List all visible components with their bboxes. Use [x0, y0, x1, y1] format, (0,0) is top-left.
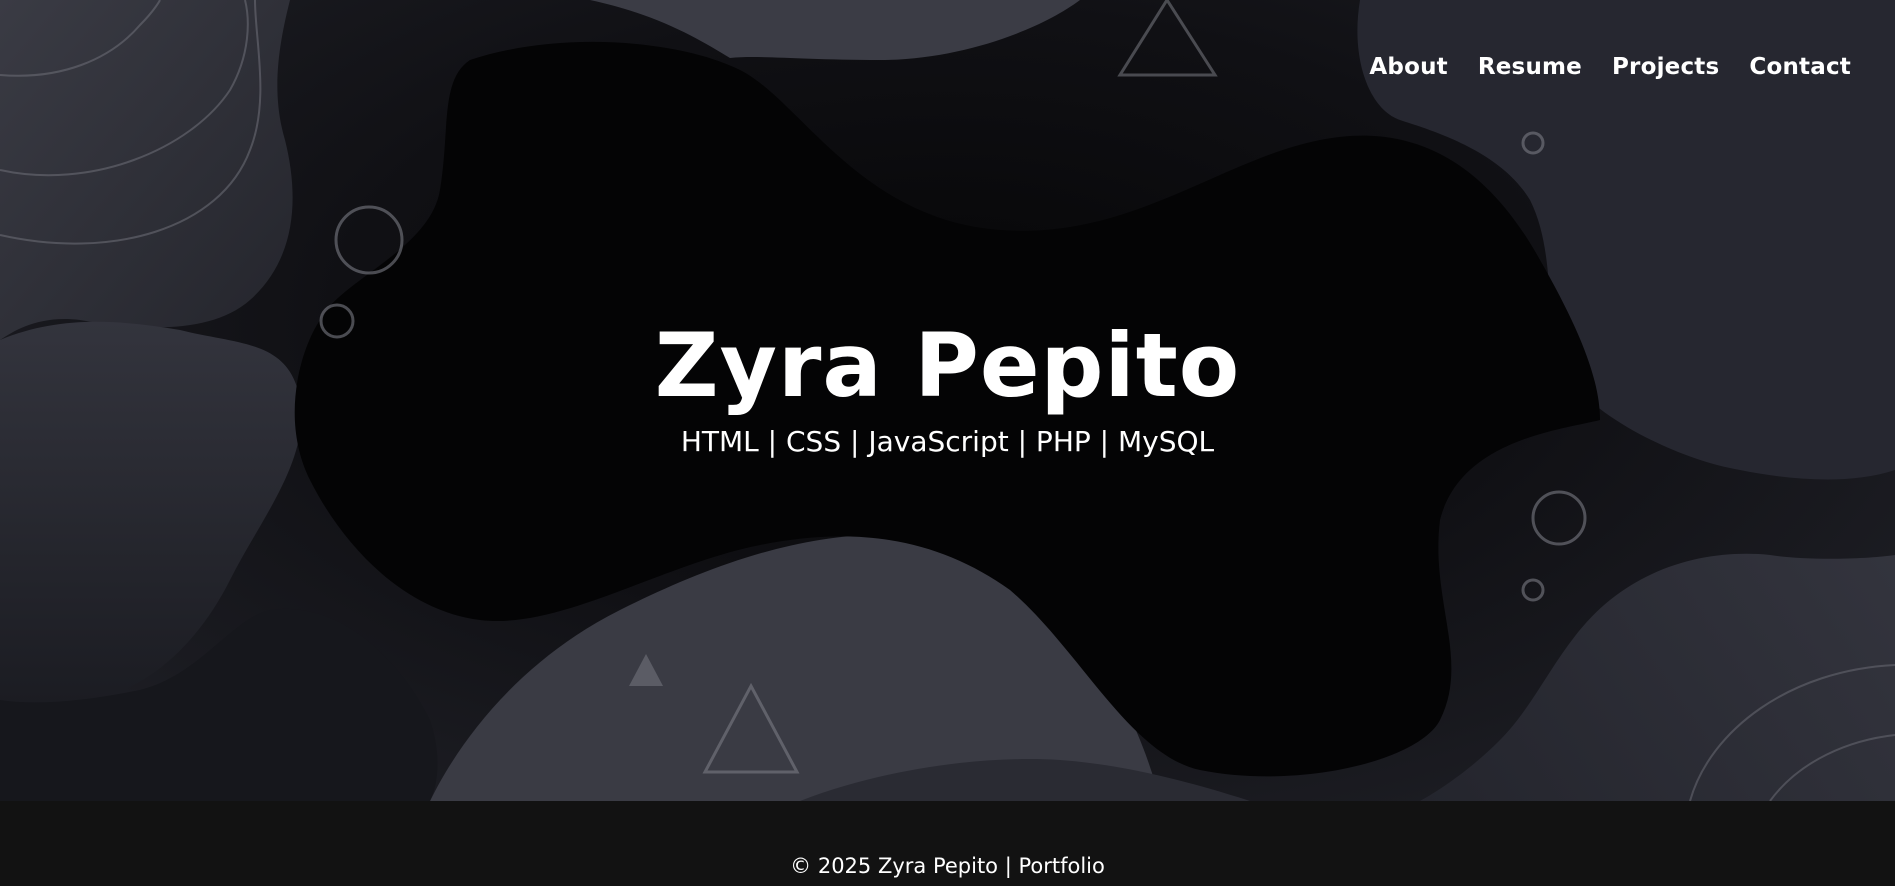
triangle-outline-top — [1117, 0, 1218, 77]
main-nav: About Resume Projects Contact — [1369, 54, 1851, 80]
nav-resume-link[interactable]: Resume — [1478, 54, 1582, 80]
circle-outline-right-small — [1521, 578, 1545, 602]
hero-title: Zyra Pepito — [654, 314, 1241, 417]
hero-title-block: Zyra Pepito HTML | CSS | JavaScript | PH… — [0, 316, 1895, 460]
page-footer: © 2025 Zyra Pepito | Portfolio — [0, 801, 1895, 886]
footer-copyright: © 2025 Zyra Pepito | Portfolio — [790, 854, 1105, 878]
nav-projects-link[interactable]: Projects — [1612, 54, 1719, 80]
hero-section: About Resume Projects Contact Zyra Pepit… — [0, 0, 1895, 801]
circle-outline-right-large — [1531, 490, 1587, 546]
portfolio-page: About Resume Projects Contact Zyra Pepit… — [0, 0, 1895, 886]
circle-outline-left-large — [334, 205, 404, 275]
hero-subtitle: HTML | CSS | JavaScript | PHP | MySQL — [680, 425, 1215, 458]
nav-about-link[interactable]: About — [1369, 54, 1447, 80]
bg-blob-top-left — [0, 0, 293, 340]
nav-contact-link[interactable]: Contact — [1749, 54, 1851, 80]
